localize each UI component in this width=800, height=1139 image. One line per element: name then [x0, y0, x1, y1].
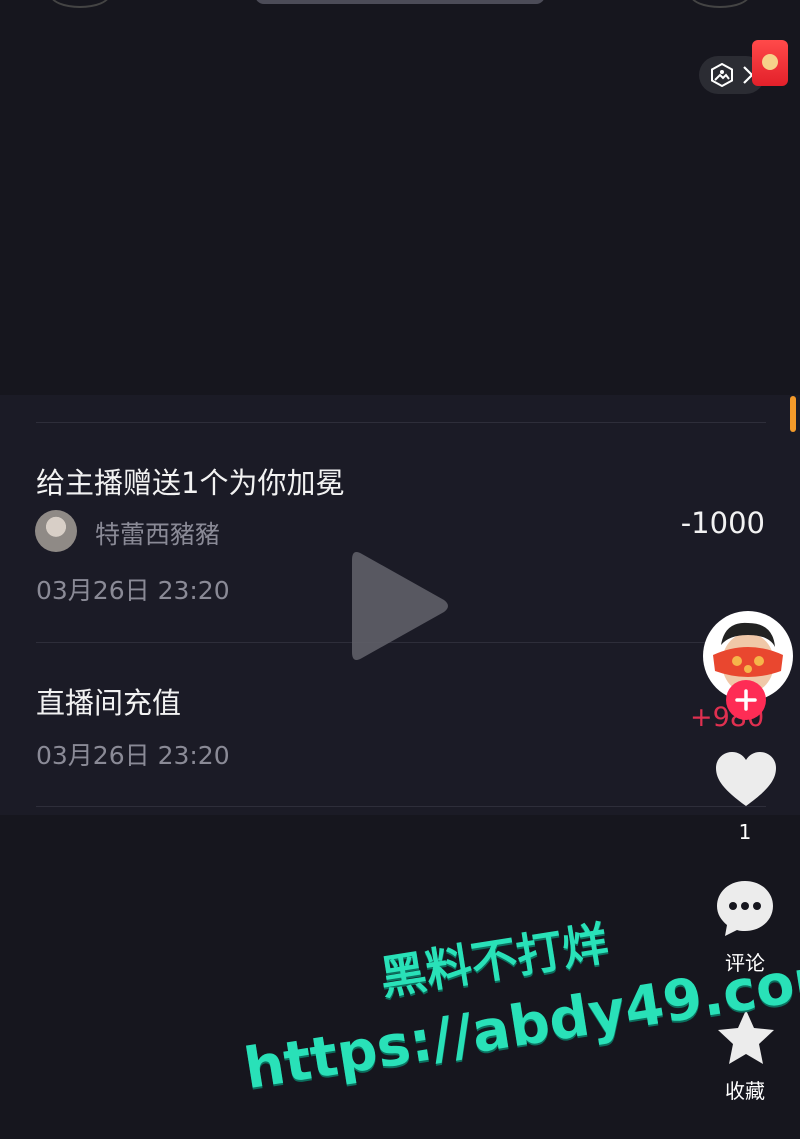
follow-button[interactable] — [726, 680, 766, 720]
scroll-indicator — [790, 396, 796, 432]
record-title: 直播间充值 — [36, 686, 182, 720]
record-username[interactable]: 特蕾西豬豬 — [95, 515, 220, 551]
image-icon — [711, 63, 733, 87]
top-bar — [0, 0, 800, 10]
plus-icon — [735, 689, 757, 711]
red-packet-icon[interactable] — [752, 40, 788, 86]
top-left-circle-button[interactable] — [50, 0, 110, 8]
record-time: 03月26日 23:20 — [36, 741, 230, 770]
divider — [36, 422, 766, 423]
avatar[interactable] — [35, 510, 77, 552]
divider — [36, 806, 766, 807]
top-right-circle-button[interactable] — [690, 0, 750, 8]
like-count: 1 — [738, 820, 752, 844]
top-search-pill[interactable] — [255, 0, 545, 4]
comment-bubble-icon[interactable] — [714, 878, 776, 940]
record-time: 03月26日 23:20 — [36, 576, 230, 605]
favorite-label: 收藏 — [725, 1079, 765, 1103]
heart-icon[interactable] — [714, 750, 778, 808]
play-icon[interactable] — [348, 548, 452, 664]
record-title: 给主播赠送1个为你加冕 — [36, 466, 345, 500]
record-amount: -1000 — [680, 506, 765, 540]
